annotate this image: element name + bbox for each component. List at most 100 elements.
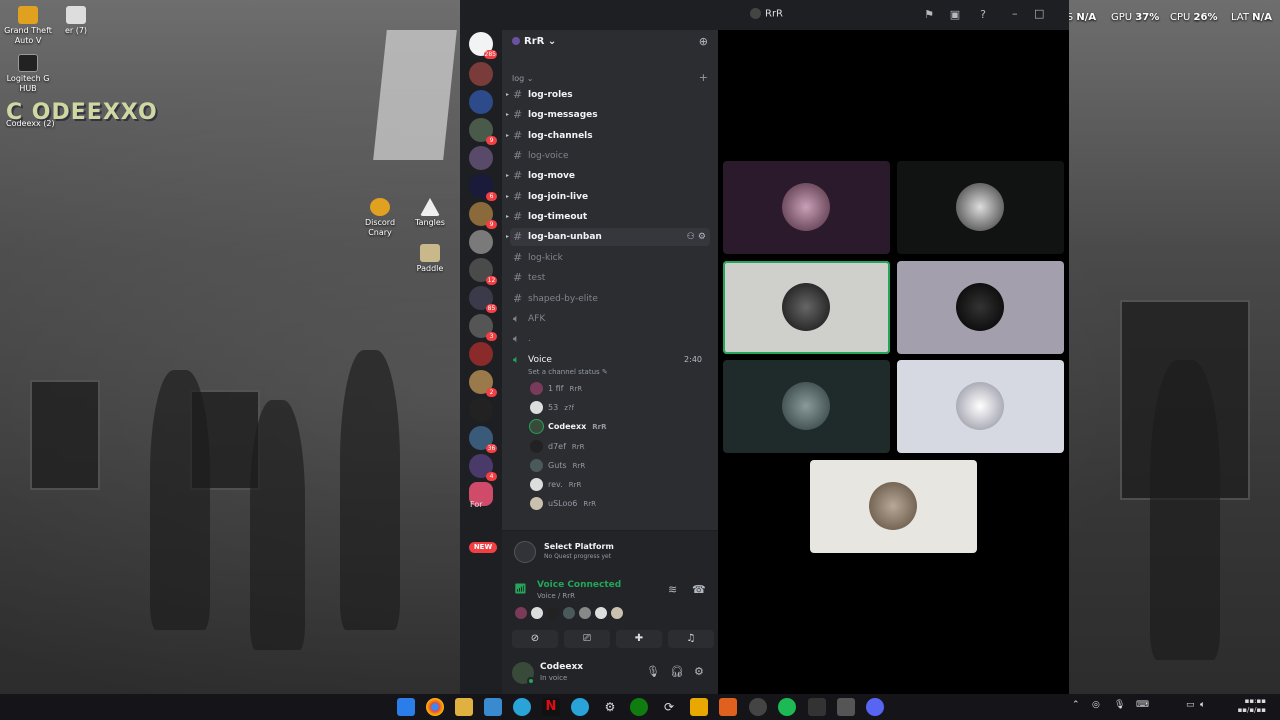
tray-overflow-icon[interactable]: ⌃	[1072, 700, 1080, 710]
desktop-icon-logitech-g-hub[interactable]: Logitech G HUB	[0, 54, 56, 94]
voice-channel-voice[interactable]: 🔈︎ Voice 2:40	[510, 351, 710, 369]
noise-suppression-icon[interactable]: ≋	[668, 583, 677, 596]
participant-tile[interactable]	[897, 360, 1064, 453]
microphone-icon[interactable]: 🎙︎	[646, 665, 660, 678]
server-icon[interactable]: 9	[469, 202, 497, 229]
volume-icon[interactable]: 🔈︎	[1200, 700, 1205, 710]
server-icon[interactable]: 4	[469, 454, 497, 481]
channel-log-ban-unban[interactable]: ▸ # log-ban-unban ⚇ ⚙	[506, 228, 710, 246]
discord-icon[interactable]	[866, 698, 884, 716]
system-clock[interactable]: ▪▪:▪▪ ▪▪/▪/▪▪	[1238, 697, 1266, 715]
voice-member[interactable]: 1 fif RrR	[530, 380, 582, 398]
disconnect-icon[interactable]: ☎	[692, 583, 706, 596]
server-icon[interactable]: 3	[469, 314, 497, 341]
category-log[interactable]: log ⌄	[512, 74, 533, 83]
tray-icon[interactable]: ◎	[1092, 700, 1100, 710]
spotify-icon[interactable]	[778, 698, 796, 716]
telegram-icon[interactable]	[571, 698, 589, 716]
app-icon[interactable]	[808, 698, 826, 716]
server-icon[interactable]: 2	[469, 370, 497, 397]
gear-icon[interactable]: ⚙	[601, 698, 619, 716]
voice-channel-afk[interactable]: 🔈︎ AFK	[510, 310, 710, 328]
server-icon[interactable]	[469, 146, 493, 170]
voice-member[interactable]: Codeexx RrR	[530, 418, 607, 436]
sync-icon[interactable]: ⟳	[660, 698, 678, 716]
telegram-icon[interactable]	[513, 698, 531, 716]
channel-log-kick[interactable]: # log-kick	[510, 249, 710, 267]
activities-button[interactable]: ✚	[616, 630, 662, 648]
voice-channel-link[interactable]: Voice / RrR	[537, 592, 575, 600]
channel-log-voice[interactable]: # log-voice	[510, 147, 710, 165]
server-icon[interactable]: 85	[469, 286, 497, 313]
server-icon[interactable]	[469, 90, 493, 114]
chrome-icon[interactable]	[426, 698, 444, 716]
store-icon[interactable]	[484, 698, 502, 716]
participant-tile[interactable]	[897, 161, 1064, 254]
server-icon[interactable]: 12	[469, 258, 497, 285]
keyboard-icon[interactable]: ⌨	[1136, 700, 1149, 710]
windows-icon[interactable]	[397, 698, 415, 716]
voice-member[interactable]: 53 z?f	[530, 399, 574, 417]
headphones-icon[interactable]: 🎧︎	[670, 665, 684, 678]
maximize-button[interactable]: □	[1034, 7, 1044, 20]
soundboard-button[interactable]: ♫	[668, 630, 714, 648]
help-icon[interactable]: ?	[976, 8, 990, 22]
quest-panel[interactable]: Select Platform No Quest progress yet	[502, 530, 718, 574]
camera-off-button[interactable]: ⊘	[512, 630, 558, 648]
server-icon[interactable]: 36	[469, 426, 497, 453]
flag-icon[interactable]: ⚑	[922, 8, 936, 22]
desktop-icon-tangles[interactable]: Tangles	[402, 198, 458, 228]
channel-settings-icons[interactable]: ⚇ ⚙	[687, 228, 706, 246]
server-icon[interactable]: 9	[469, 118, 497, 145]
voice-channel-dot[interactable]: 🔈︎.	[510, 330, 710, 348]
app-icon[interactable]	[690, 698, 708, 716]
participant-tile[interactable]	[897, 261, 1064, 354]
app-icon[interactable]	[749, 698, 767, 716]
voice-member[interactable]: rev. RrR	[530, 476, 581, 494]
channel-log-messages[interactable]: ▸ # log-messages	[506, 106, 710, 124]
server-folder-label[interactable]: For	[470, 500, 483, 509]
voice-member[interactable]: d7ef RrR	[530, 438, 585, 456]
participant-tile-speaking[interactable]	[723, 261, 890, 354]
participant-tile[interactable]	[723, 360, 890, 453]
microphone-icon[interactable]: 🎙︎	[1114, 700, 1125, 710]
server-icon[interactable]	[469, 342, 493, 366]
minimize-button[interactable]: –	[1012, 7, 1018, 20]
direct-messages-button[interactable]: 285	[469, 32, 497, 59]
voice-connected-status[interactable]: Voice Connected	[537, 580, 621, 590]
voice-member[interactable]: Guts RrR	[530, 457, 585, 475]
invite-icon[interactable]: ⊕	[699, 35, 708, 48]
signal-icon[interactable]: 📶︎	[514, 584, 527, 595]
channel-log-join-live[interactable]: ▸ # log-join-live	[506, 188, 710, 206]
channel-status[interactable]: Set a channel status ✎	[528, 368, 608, 376]
voice-member[interactable]: uSLoo6 RrR	[530, 495, 596, 513]
xbox-icon[interactable]	[630, 698, 648, 716]
app-icon[interactable]	[719, 698, 737, 716]
desktop-icon-discord-canary[interactable]: Discord Cnary	[352, 198, 408, 238]
share-screen-button[interactable]: ⎚	[564, 630, 610, 648]
folder-icon[interactable]	[455, 698, 473, 716]
server-icon[interactable]	[469, 62, 493, 86]
channel-log-timeout[interactable]: ▸ # log-timeout	[506, 208, 710, 226]
channel-shaped-by-elite[interactable]: # shaped-by-elite	[510, 290, 710, 308]
avatar	[594, 606, 608, 620]
server-name-header[interactable]: RrR ⌄	[512, 36, 556, 47]
add-channel-icon[interactable]: +	[699, 71, 708, 84]
server-icon[interactable]: 6	[469, 174, 497, 201]
participant-tile[interactable]	[810, 460, 977, 553]
inbox-icon[interactable]: ▣	[948, 8, 962, 22]
network-icon[interactable]: ▭	[1186, 700, 1195, 710]
participant-tile[interactable]	[723, 161, 890, 254]
channel-log-channels[interactable]: ▸ # log-channels	[506, 127, 710, 145]
channel-log-move[interactable]: ▸ # log-move	[506, 167, 710, 185]
desktop-icon-paddle[interactable]: Paddle	[402, 244, 458, 274]
server-icon[interactable]	[469, 230, 493, 254]
quest-icon	[514, 541, 536, 563]
server-icon[interactable]	[469, 398, 493, 422]
gear-icon[interactable]: ⚙	[694, 665, 704, 678]
desktop-icon-er-7[interactable]: er (7)	[48, 6, 104, 36]
netflix-icon[interactable]: N	[542, 698, 560, 716]
channel-test[interactable]: # test	[510, 269, 710, 287]
channel-log-roles[interactable]: ▸ # log-roles	[506, 86, 710, 104]
app-icon[interactable]	[837, 698, 855, 716]
